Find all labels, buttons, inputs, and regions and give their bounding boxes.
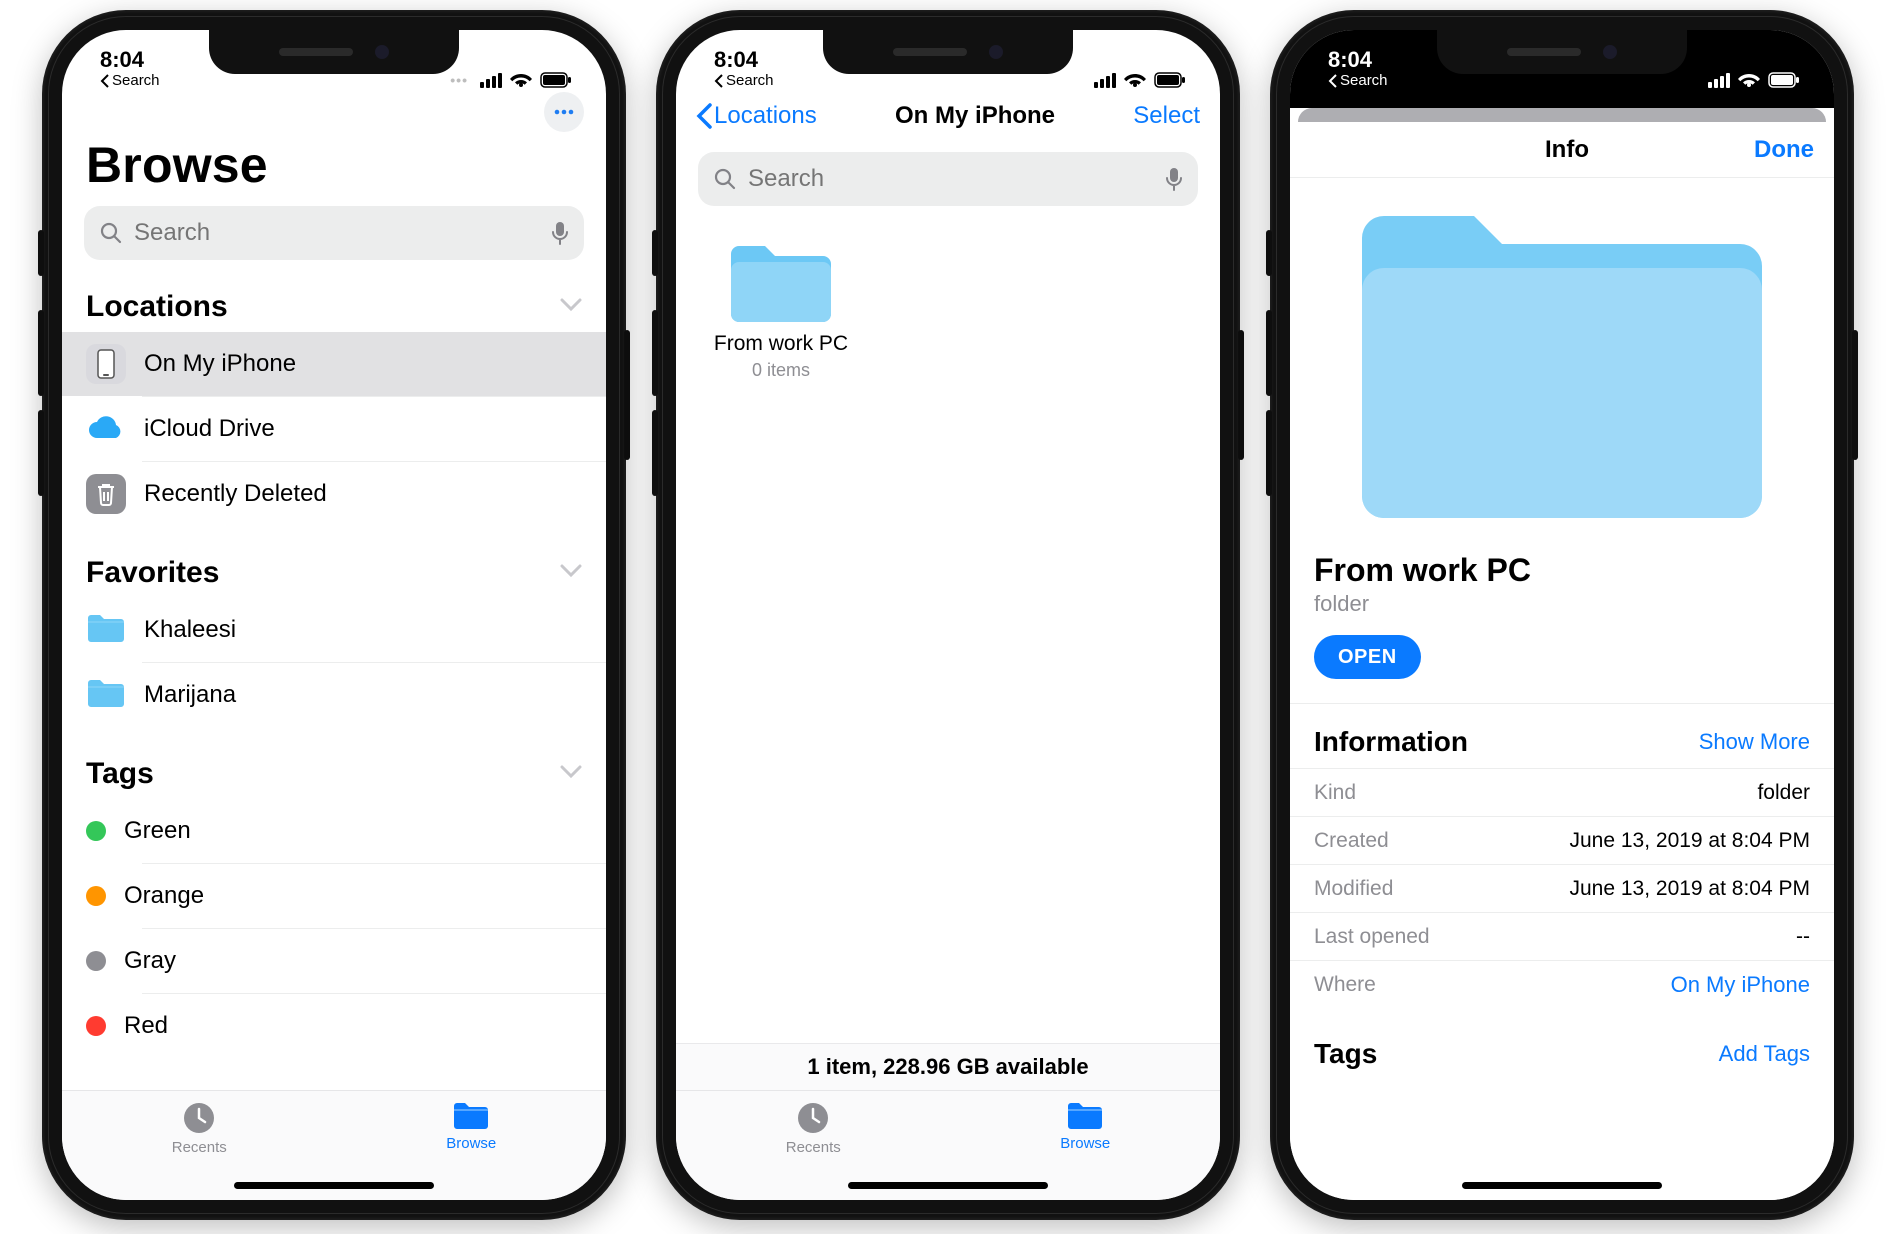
location-icloud-drive[interactable]: iCloud Drive — [62, 397, 606, 461]
tab-browse[interactable]: Browse — [446, 1101, 496, 1152]
tag-item[interactable]: Orange — [62, 864, 606, 928]
show-more-link[interactable]: Show More — [1699, 729, 1810, 755]
chevron-down-icon[interactable] — [560, 298, 582, 317]
chevron-down-icon[interactable] — [560, 765, 582, 784]
folder-icon — [86, 612, 126, 649]
home-indicator[interactable] — [234, 1182, 434, 1189]
mic-icon[interactable] — [552, 221, 568, 245]
cellular-icon — [1094, 72, 1116, 88]
phone-frame: 8:04 Search Locations On My iPhone Selec… — [656, 10, 1240, 1220]
phone-frame: 8:04 Search Info Done — [1270, 10, 1854, 1220]
wifi-icon — [510, 72, 532, 88]
battery-icon — [1768, 72, 1800, 88]
search-field[interactable] — [698, 152, 1198, 206]
item-name: From work PC — [1314, 552, 1810, 589]
locations-header: Locations — [86, 290, 228, 324]
tags-header: Tags — [86, 757, 154, 791]
folder-icon — [725, 240, 837, 328]
storage-status: 1 item, 228.96 GB available — [676, 1043, 1220, 1090]
info-row-last-opened: Last opened-- — [1290, 912, 1834, 960]
wifi-icon — [1124, 72, 1146, 88]
add-tags-link[interactable]: Add Tags — [1719, 1041, 1810, 1067]
search-input[interactable] — [134, 219, 540, 247]
favorites-header: Favorites — [86, 556, 219, 590]
phone-frame: 8:04 Search ••• Browse — [42, 10, 626, 1220]
tag-dot-icon — [86, 1016, 106, 1036]
status-time: 8:04 — [714, 49, 774, 71]
cloud-icon — [86, 409, 126, 449]
status-back-link[interactable]: Search — [100, 73, 160, 88]
wifi-icon — [1738, 72, 1760, 88]
folder-icon — [86, 677, 126, 714]
search-icon — [100, 222, 122, 244]
folder-icon — [452, 1101, 490, 1131]
status-time: 8:04 — [100, 49, 160, 71]
item-kind: folder — [1314, 591, 1810, 617]
search-field[interactable] — [84, 206, 584, 260]
tab-recents[interactable]: Recents — [172, 1101, 227, 1156]
iphone-icon — [86, 344, 126, 384]
status-back-link[interactable]: Search — [1328, 73, 1388, 88]
home-indicator[interactable] — [848, 1182, 1048, 1189]
tags-header: Tags — [1314, 1038, 1377, 1070]
chevron-down-icon[interactable] — [560, 564, 582, 583]
battery-icon — [1154, 72, 1186, 88]
info-row-kind: Kindfolder — [1290, 768, 1834, 816]
folder-item[interactable]: From work PC 0 items — [696, 240, 866, 381]
information-header: Information — [1314, 726, 1468, 758]
tag-item[interactable]: Red — [62, 994, 606, 1058]
status-time: 8:04 — [1328, 49, 1388, 71]
cellular-icon — [1708, 72, 1730, 88]
select-button[interactable]: Select — [1133, 102, 1200, 130]
open-button[interactable]: OPEN — [1314, 635, 1421, 679]
tag-item[interactable]: Gray — [62, 929, 606, 993]
clock-icon — [182, 1101, 216, 1135]
more-button[interactable] — [544, 92, 584, 132]
info-row-where[interactable]: WhereOn My iPhone — [1290, 960, 1834, 1008]
nav-title: On My iPhone — [817, 102, 1134, 130]
trash-icon — [86, 474, 126, 514]
tag-dot-icon — [86, 886, 106, 906]
sheet-title: Info — [1380, 136, 1754, 164]
info-row-created: CreatedJune 13, 2019 at 8:04 PM — [1290, 816, 1834, 864]
mic-icon[interactable] — [1166, 167, 1182, 191]
tag-dot-icon — [86, 951, 106, 971]
done-button[interactable]: Done — [1754, 136, 1814, 164]
more-dots-icon: ••• — [450, 72, 468, 88]
battery-icon — [540, 72, 572, 88]
back-button[interactable]: Locations — [696, 102, 817, 130]
search-icon — [714, 168, 736, 190]
folder-preview-icon — [1342, 198, 1782, 538]
home-indicator[interactable] — [1462, 1182, 1662, 1189]
tag-dot-icon — [86, 821, 106, 841]
search-input[interactable] — [748, 165, 1154, 193]
tab-recents[interactable]: Recents — [786, 1101, 841, 1156]
favorite-item[interactable]: Marijana — [62, 663, 606, 727]
favorite-item[interactable]: Khaleesi — [62, 598, 606, 662]
location-recently-deleted[interactable]: Recently Deleted — [62, 462, 606, 526]
page-title: Browse — [62, 132, 606, 206]
cellular-icon — [480, 72, 502, 88]
info-row-modified: ModifiedJune 13, 2019 at 8:04 PM — [1290, 864, 1834, 912]
status-back-link[interactable]: Search — [714, 73, 774, 88]
tag-item[interactable]: Green — [62, 799, 606, 863]
chevron-left-icon — [696, 103, 712, 129]
clock-icon — [796, 1101, 830, 1135]
tab-browse[interactable]: Browse — [1060, 1101, 1110, 1152]
folder-icon — [1066, 1101, 1104, 1131]
location-on-my-iphone[interactable]: On My iPhone — [62, 332, 606, 396]
